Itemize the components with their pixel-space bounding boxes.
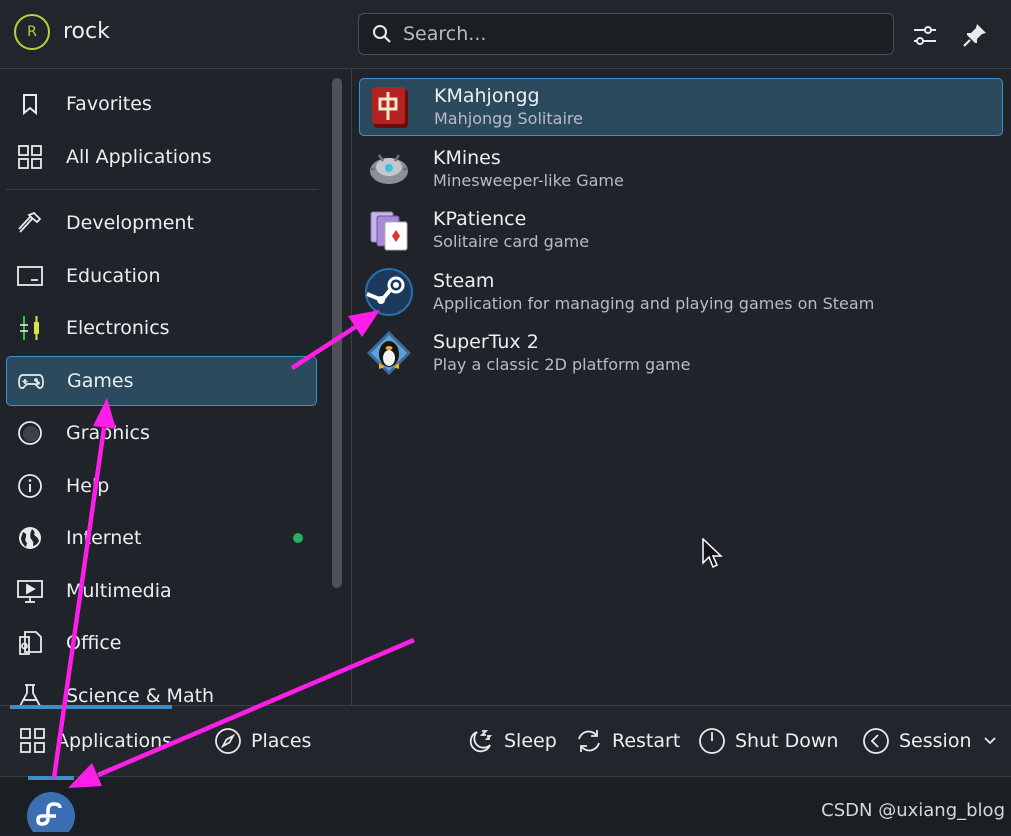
app-description: Application for managing and playing gam… [433, 294, 875, 313]
sidebar-item-label: Internet [66, 527, 142, 549]
pin-icon [963, 24, 986, 47]
tab-places[interactable]: Places [213, 724, 311, 758]
screen-icon [16, 262, 44, 290]
active-tab-indicator [10, 705, 172, 709]
grid-icon [16, 143, 44, 171]
sidebar-item-label: Graphics [66, 422, 150, 444]
username: rock [63, 19, 110, 44]
category-scrollbar[interactable] [332, 78, 342, 588]
app-description: Play a classic 2D platform game [433, 355, 691, 374]
sidebar-item-electronics[interactable]: Electronics [6, 303, 317, 353]
tab-label: Places [251, 730, 312, 752]
session-icon [861, 726, 891, 756]
app-name: SuperTux 2 [433, 331, 539, 353]
sidebar-item-label: Multimedia [66, 580, 172, 602]
sidebar-item-all-applications[interactable]: All Applications [6, 132, 317, 182]
restart-button[interactable]: Restart [574, 724, 680, 758]
sleep-icon [466, 726, 496, 756]
steam-icon [365, 268, 413, 316]
app-item-kmahjongg[interactable]: KMahjongg Mahjongg Solitaire [359, 78, 1003, 136]
electronics-icon [16, 314, 44, 342]
sidebar-item-label: Electronics [66, 317, 170, 339]
app-description: Solitaire card game [433, 232, 590, 251]
avatar-initial: R [27, 24, 37, 40]
launcher-active-indicator [28, 776, 74, 780]
mine-icon [365, 145, 413, 193]
flask-icon [16, 682, 44, 705]
sidebar-item-science-math[interactable]: Science & Math [6, 671, 317, 705]
sidebar-divider [6, 189, 318, 190]
sidebar-item-education[interactable]: Education [6, 251, 317, 301]
hammer-icon [16, 209, 44, 237]
action-label: Shut Down [735, 730, 839, 752]
category-list: Favorites All Applications Development E… [0, 69, 328, 705]
sidebar-item-label: All Applications [66, 146, 212, 168]
configure-button[interactable] [908, 18, 942, 52]
sidebar-item-label: Education [66, 265, 161, 287]
sidebar-item-label: Office [66, 632, 122, 654]
app-item-kmines[interactable]: KMines Minesweeper-like Game [359, 140, 1003, 198]
top-bar: R rock [0, 0, 1011, 69]
bookmark-icon [16, 90, 44, 118]
sidebar-item-favorites[interactable]: Favorites [6, 79, 317, 129]
action-label: Sleep [504, 730, 557, 752]
mahjongg-icon [366, 83, 414, 131]
sidebar-item-development[interactable]: Development [6, 198, 317, 248]
cards-icon [365, 206, 413, 254]
globe-icon [16, 524, 44, 552]
mouse-cursor-icon [702, 538, 723, 569]
app-name: KPatience [433, 208, 527, 230]
session-button[interactable]: Session [861, 724, 998, 758]
sidebar-item-label: Development [66, 212, 194, 234]
shut-down-button[interactable]: Shut Down [697, 724, 838, 758]
app-name: KMahjongg [434, 85, 540, 107]
graphics-icon [16, 419, 44, 447]
sliders-icon [914, 26, 936, 45]
sidebar-item-label: Games [67, 370, 134, 392]
tux-icon [365, 329, 413, 377]
gamepad-icon [17, 367, 45, 395]
app-item-kpatience[interactable]: KPatience Solitaire card game [359, 201, 1003, 259]
sidebar-item-multimedia[interactable]: Multimedia [6, 566, 317, 616]
footer-bar: Applications Places Sleep Restart Shut D… [0, 705, 1011, 776]
search-icon [373, 25, 391, 43]
sidebar-item-internet[interactable]: Internet [6, 513, 317, 563]
avatar[interactable]: R [14, 14, 50, 50]
new-items-indicator [293, 533, 303, 543]
compass-icon [213, 726, 243, 756]
app-name: Steam [433, 270, 495, 292]
watermark: CSDN @uxiang_blog [821, 800, 1005, 821]
sleep-button[interactable]: Sleep [466, 724, 557, 758]
sidebar-item-help[interactable]: Help [6, 461, 317, 511]
sidebar-item-label: Favorites [66, 93, 152, 115]
action-label: Restart [612, 730, 681, 752]
info-icon [16, 472, 44, 500]
power-icon [697, 726, 727, 756]
app-item-steam[interactable]: Steam Application for managing and playi… [359, 263, 1003, 321]
app-description: Minesweeper-like Game [433, 171, 624, 190]
application-launcher-button[interactable] [26, 786, 76, 836]
multimedia-icon [16, 577, 44, 605]
pin-button[interactable] [958, 18, 992, 52]
sidebar-item-office[interactable]: Office [6, 618, 317, 668]
sidebar-item-graphics[interactable]: Graphics [6, 408, 317, 458]
fedora-icon [27, 792, 75, 836]
sidebar-item-games[interactable]: Games [6, 356, 317, 406]
pane-divider [351, 69, 352, 705]
app-item-supertux-2[interactable]: SuperTux 2 Play a classic 2D platform ga… [359, 324, 1003, 382]
search-input[interactable] [401, 22, 893, 46]
chevron-down-icon [982, 733, 998, 749]
sidebar-item-label: Help [66, 475, 110, 497]
action-label: Session [899, 730, 972, 752]
app-description: Mahjongg Solitaire [434, 109, 583, 128]
tab-applications[interactable]: Applications [18, 724, 172, 758]
restart-icon [574, 726, 604, 756]
sidebar-item-label: Science & Math [66, 685, 215, 705]
app-name: KMines [433, 147, 501, 169]
search-box[interactable] [358, 13, 894, 55]
grid-icon [18, 726, 48, 756]
tab-label: Applications [56, 730, 173, 752]
office-icon [16, 629, 44, 657]
